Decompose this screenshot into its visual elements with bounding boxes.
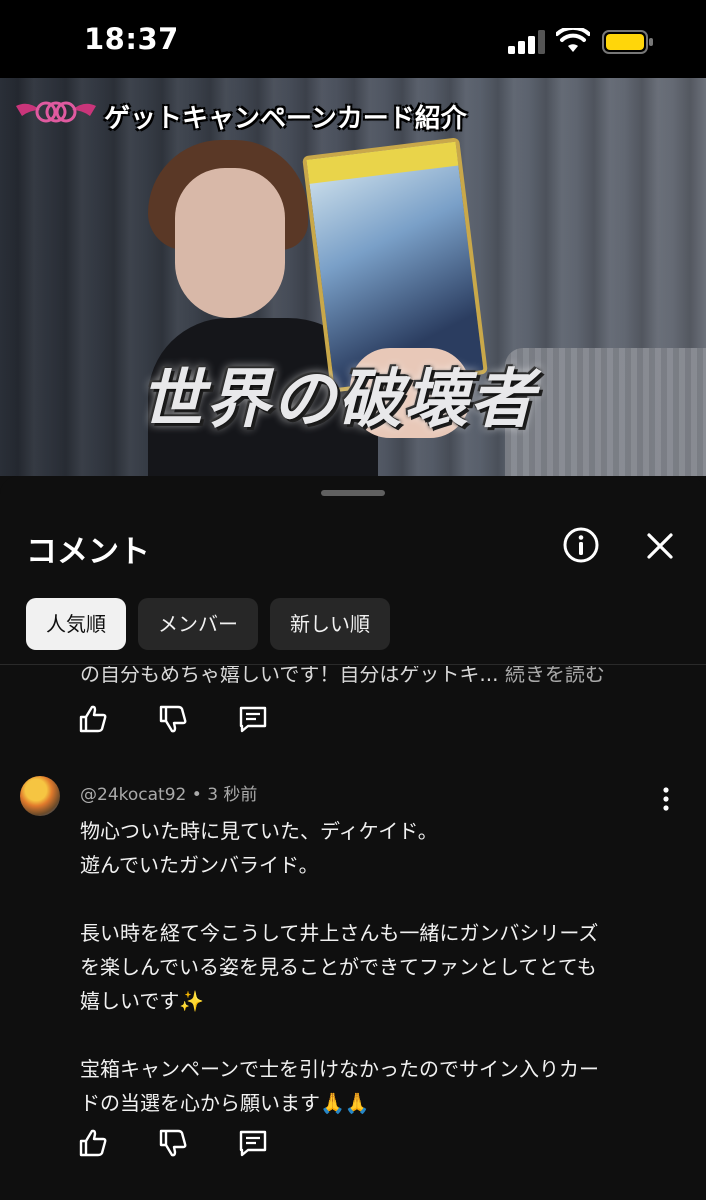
previous-comment-actions bbox=[76, 702, 270, 736]
dislike-icon[interactable] bbox=[156, 702, 190, 736]
info-circle-icon[interactable] bbox=[562, 526, 600, 564]
comments-title: コメント bbox=[26, 534, 150, 570]
comment-line bbox=[80, 1018, 660, 1052]
sort-chips: 人気順 メンバー 新しい順 bbox=[26, 598, 390, 650]
comment-actions bbox=[76, 1126, 270, 1160]
reply-icon[interactable] bbox=[236, 1126, 270, 1160]
avatar[interactable] bbox=[20, 776, 60, 816]
more-vert-icon[interactable] bbox=[654, 786, 678, 812]
comment-author[interactable]: @24kocat92 bbox=[80, 785, 186, 805]
chips-divider bbox=[0, 664, 706, 665]
status-bar: 18:37 bbox=[0, 0, 706, 78]
comment-line: 宝箱キャンペーンで士を引けなかったのでサイン入りカー bbox=[80, 1057, 599, 1081]
chip-members[interactable]: メンバー bbox=[138, 598, 258, 650]
comment-age: 3 秒前 bbox=[207, 785, 258, 805]
reply-icon[interactable] bbox=[236, 702, 270, 736]
battery-icon bbox=[602, 30, 654, 54]
comment-meta: @24kocat92 • 3 秒前 bbox=[80, 780, 257, 805]
close-icon[interactable] bbox=[642, 528, 678, 564]
chip-popular[interactable]: 人気順 bbox=[26, 598, 126, 650]
status-time: 18:37 bbox=[84, 22, 179, 56]
wifi-icon bbox=[556, 28, 590, 54]
meta-separator: • bbox=[191, 785, 208, 805]
comment-line: 物心ついた時に見ていた、ディケイド。 bbox=[80, 819, 438, 843]
channel-logo-icon bbox=[14, 96, 98, 130]
comment-line: 長い時を経て今こうして井上さんも一緒にガンバシリーズ bbox=[80, 921, 599, 945]
comment-line: 嬉しいです✨ bbox=[80, 989, 205, 1013]
comments-sheet: コメント 人気順 メンバー 新しい順 の自分もめちゃ嬉しいです！自分はゲットキ.… bbox=[0, 476, 706, 1200]
person-head bbox=[175, 168, 285, 318]
video-player[interactable]: ゲットキャンペーンカード紹介 世界の破壊者 bbox=[0, 78, 706, 476]
cellular-signal-icon bbox=[508, 30, 548, 54]
comment-line bbox=[80, 882, 660, 916]
comment-line: を楽しんでいる姿を見ることができてファンとしてとても bbox=[80, 955, 597, 979]
video-caption: ゲットキャンペーンカード紹介 bbox=[104, 104, 467, 134]
dislike-icon[interactable] bbox=[156, 1126, 190, 1160]
like-icon[interactable] bbox=[76, 1126, 110, 1160]
comment-line: 遊んでいたガンバライド。 bbox=[80, 853, 319, 877]
like-icon[interactable] bbox=[76, 702, 110, 736]
video-overlay-title: 世界の破壊者 bbox=[140, 363, 536, 437]
comment-body: 物心ついた時に見ていた、ディケイド。 遊んでいたガンバライド。 長い時を経て今こ… bbox=[80, 814, 660, 1120]
drag-handle[interactable] bbox=[321, 490, 385, 496]
comment-line: ドの当選を心から願います🙏🙏 bbox=[80, 1091, 370, 1115]
chip-newest[interactable]: 新しい順 bbox=[270, 598, 390, 650]
